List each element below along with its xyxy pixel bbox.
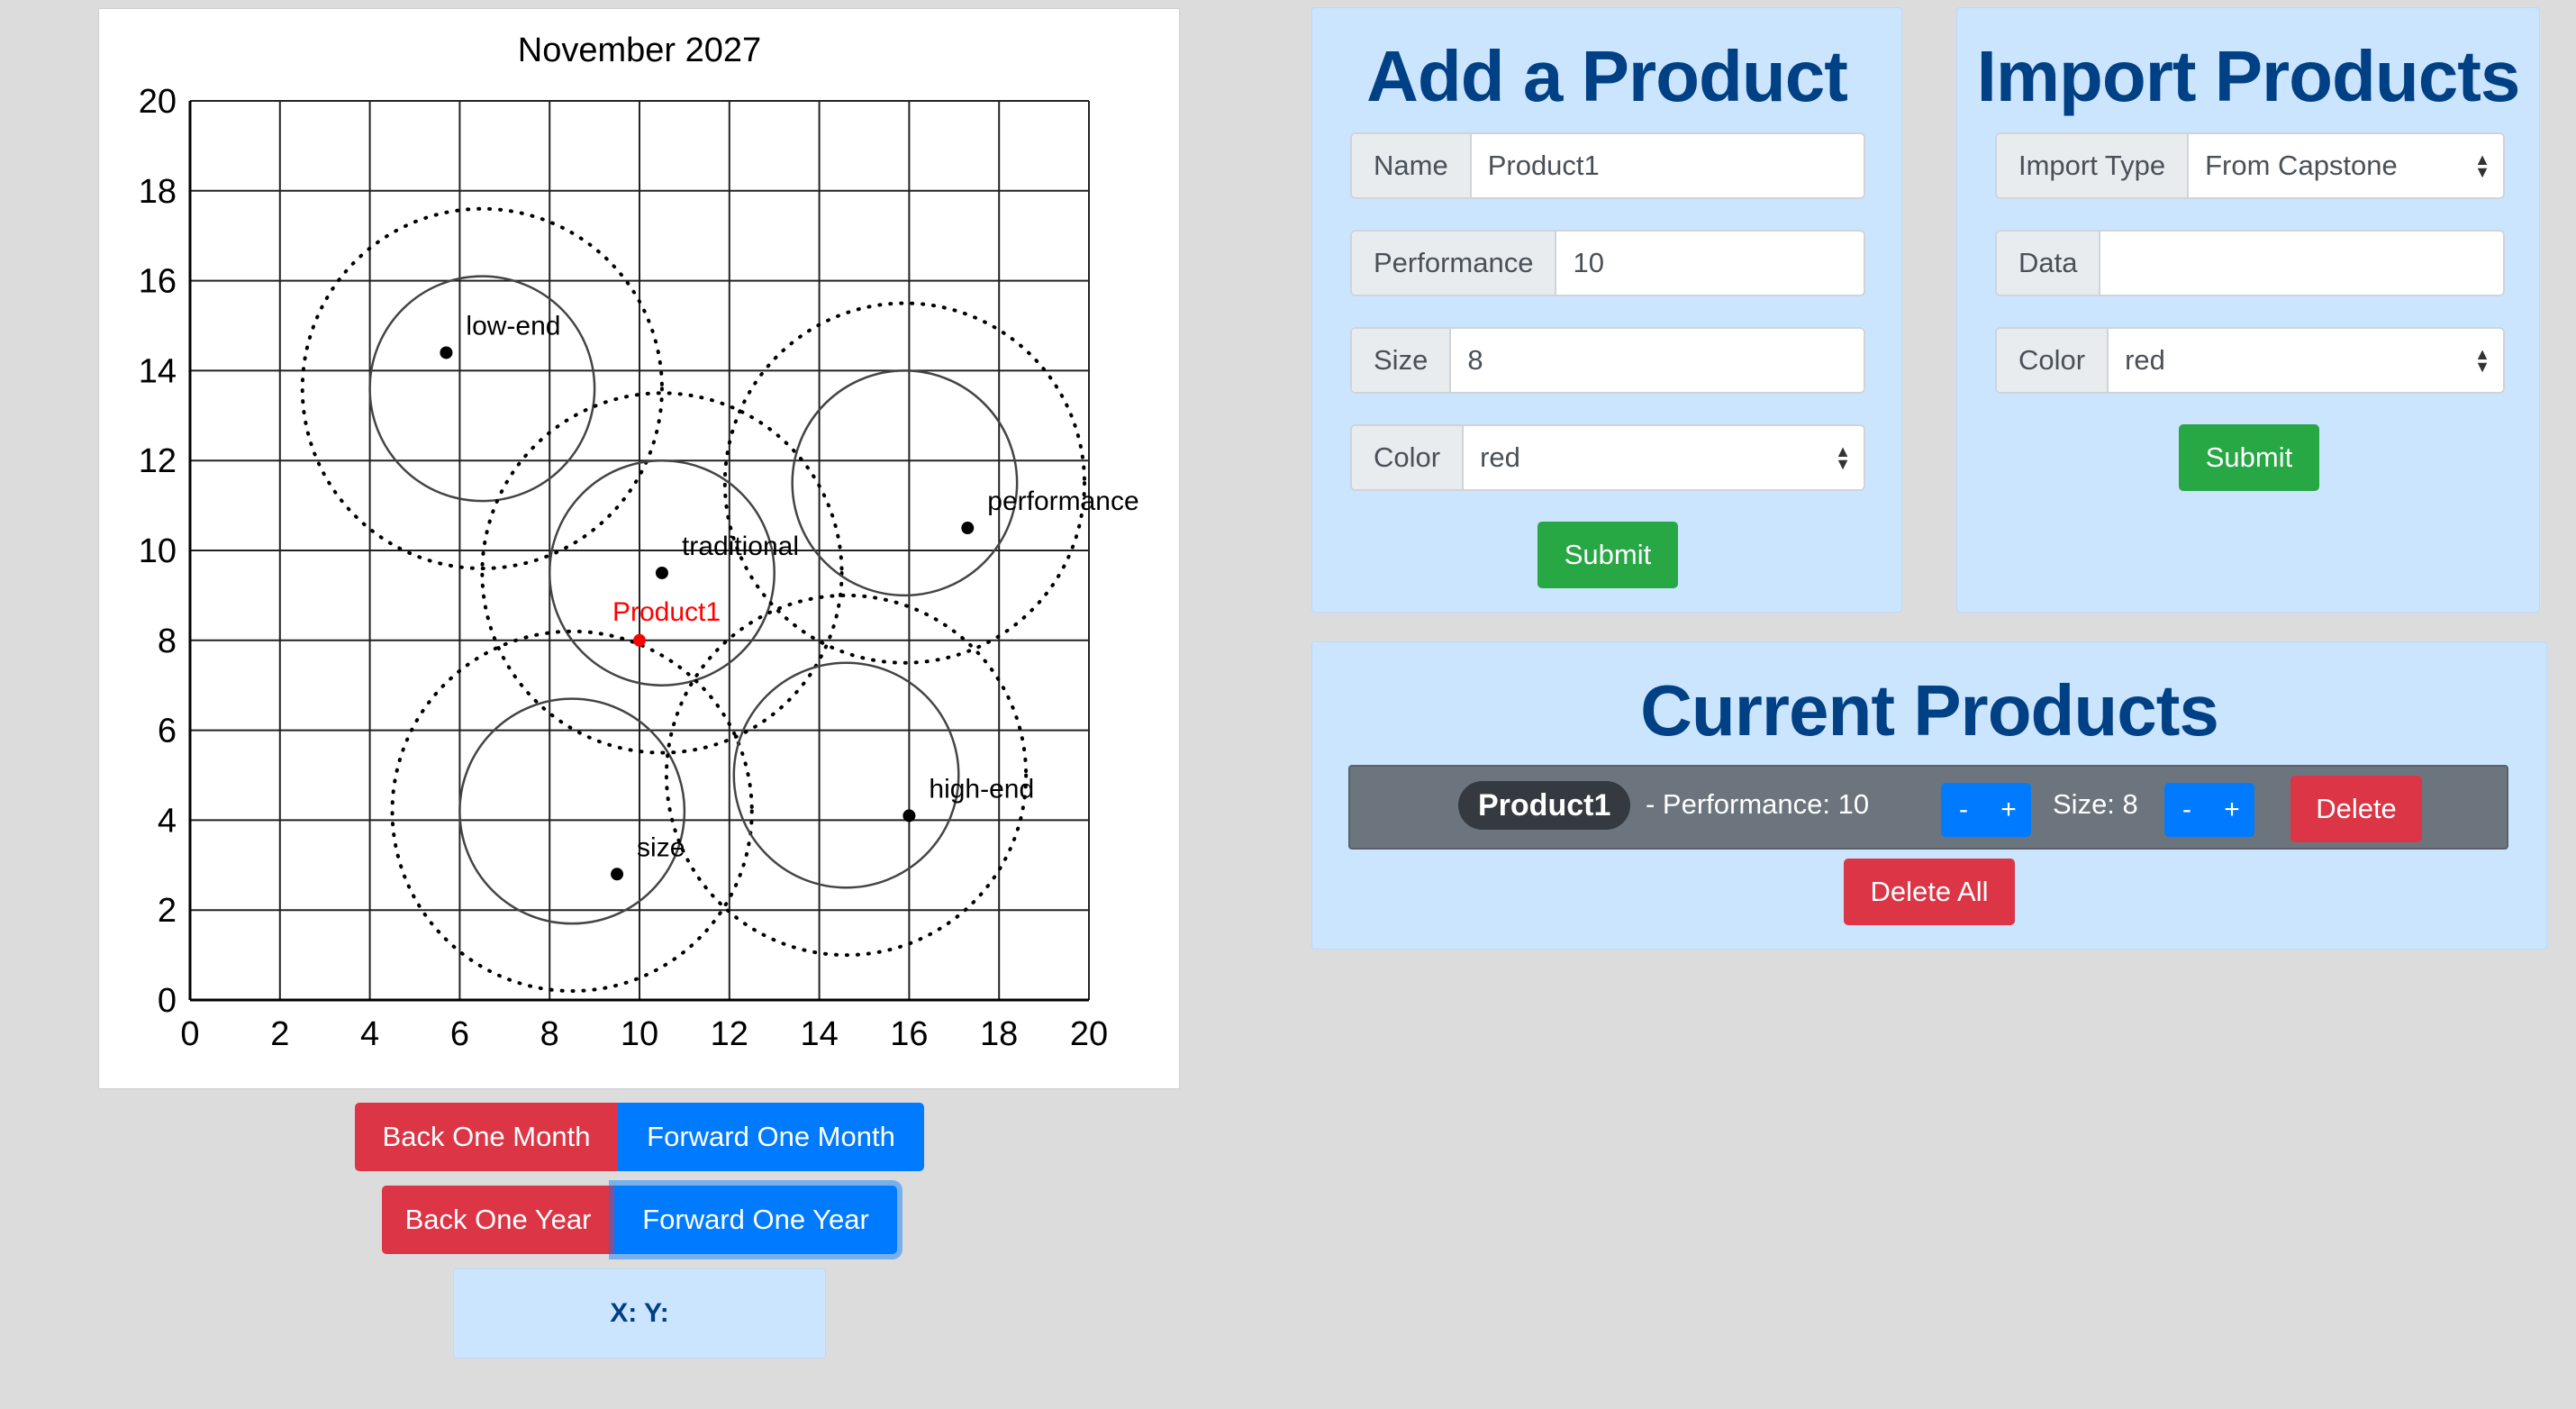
segment-point-high-end bbox=[903, 809, 916, 823]
x-tick-label: 16 bbox=[890, 1015, 928, 1053]
product-size-text: Size: 8 bbox=[2053, 788, 2138, 820]
y-tick-label: 2 bbox=[158, 892, 177, 930]
x-tick-label: 12 bbox=[711, 1015, 748, 1053]
y-tick-label: 10 bbox=[139, 532, 177, 570]
data-label: Data bbox=[1997, 232, 2101, 295]
name-label: Name bbox=[1352, 134, 1472, 197]
import-products-card: Import Products Import Type From Capston… bbox=[1956, 7, 2540, 613]
size-decrement-button[interactable]: - bbox=[2164, 783, 2209, 837]
import-color-group: Color red ▲ ▼ bbox=[1995, 327, 2505, 394]
color-select-group: Color red ▲ ▼ bbox=[1350, 424, 1865, 491]
segment-label-low-end: low-end bbox=[466, 311, 560, 341]
import-type-select[interactable]: From Capstone ▲ ▼ bbox=[2189, 134, 2503, 197]
performance-input[interactable]: 10 bbox=[1556, 232, 1864, 295]
segment-inner-circle-low-end bbox=[368, 275, 596, 503]
name-input[interactable]: Product1 bbox=[1471, 134, 1864, 197]
y-tick-label: 20 bbox=[139, 83, 177, 121]
import-type-label: Import Type bbox=[1997, 134, 2190, 197]
product-name-badge: Product1 bbox=[1458, 781, 1631, 830]
forward-one-month-button[interactable]: Forward One Month bbox=[618, 1103, 924, 1171]
segment-point-low-end bbox=[440, 346, 453, 359]
market-chart[interactable]: November 2027 0 2 4 6 8 10 12 14 16 18 20 0 2 4 6 8 10 12 1… bbox=[99, 9, 1179, 1088]
segment-point-size bbox=[611, 868, 624, 881]
segment-outer-circle-low-end bbox=[300, 206, 664, 570]
performance-label: Performance bbox=[1352, 232, 1557, 295]
import-type-group: Import Type From Capstone ▲ ▼ bbox=[1995, 132, 2505, 199]
y-tick-label: 4 bbox=[158, 802, 177, 840]
add-product-submit-button[interactable]: Submit bbox=[1537, 522, 1678, 588]
y-tick-label: 8 bbox=[158, 623, 177, 660]
segment-point-traditional bbox=[655, 566, 668, 579]
x-tick-label: 18 bbox=[980, 1015, 1018, 1053]
color-label: Color bbox=[1352, 426, 1465, 489]
y-tick-label: 14 bbox=[139, 352, 177, 390]
delete-all-button[interactable]: Delete All bbox=[1844, 859, 2015, 925]
x-tick-label: 4 bbox=[360, 1015, 379, 1053]
market-chart-panel[interactable]: November 2027 0 2 4 6 8 10 12 14 16 18 20 0 2 4 6 8 10 12 1… bbox=[98, 8, 1180, 1089]
back-one-month-button[interactable]: Back One Month bbox=[355, 1103, 618, 1171]
size-label: Size bbox=[1352, 329, 1452, 392]
x-tick-label: 10 bbox=[621, 1015, 658, 1053]
product-row: Product1 - Performance: 10 - + Size: 8 -… bbox=[1348, 765, 2508, 850]
size-increment-button[interactable]: + bbox=[2209, 783, 2254, 837]
segment-point-performance bbox=[961, 522, 975, 535]
x-tick-label: 6 bbox=[450, 1015, 469, 1053]
import-color-label: Color bbox=[1997, 329, 2109, 392]
performance-decrement-button[interactable]: - bbox=[1941, 783, 1986, 837]
segment-outer-circle-size bbox=[390, 629, 754, 994]
y-tick-label: 18 bbox=[139, 173, 177, 211]
product-performance-text: - Performance: 10 bbox=[1646, 788, 1870, 820]
data-input[interactable] bbox=[2100, 232, 2503, 295]
x-tick-label: 2 bbox=[270, 1015, 289, 1053]
y-tick-label: 0 bbox=[158, 982, 177, 1020]
select-arrows-icon: ▲ ▼ bbox=[2474, 150, 2490, 181]
size-input-group: Size 8 bbox=[1350, 327, 1865, 394]
segment-label-high-end: high-end bbox=[929, 774, 1034, 804]
coordinate-readout: X: Y: bbox=[453, 1268, 826, 1359]
select-arrows-icon: ▲ ▼ bbox=[2474, 345, 2490, 376]
data-input-group: Data bbox=[1995, 230, 2505, 296]
import-color-select[interactable]: red ▲ ▼ bbox=[2109, 329, 2503, 392]
add-product-title: Add a Product bbox=[1366, 36, 1848, 116]
x-tick-label: 14 bbox=[800, 1015, 838, 1053]
y-tick-label: 16 bbox=[139, 263, 177, 301]
select-arrows-icon: ▲ ▼ bbox=[1835, 442, 1851, 473]
add-product-card: Add a Product Name Product1 Performance … bbox=[1311, 7, 1902, 613]
name-input-group: Name Product1 bbox=[1350, 132, 1865, 199]
color-select[interactable]: red ▲ ▼ bbox=[1464, 426, 1864, 489]
chart-title: November 2027 bbox=[518, 32, 761, 69]
segment-inner-circle-high-end bbox=[732, 661, 960, 889]
x-tick-label: 20 bbox=[1070, 1015, 1108, 1053]
performance-input-group: Performance 10 bbox=[1350, 230, 1865, 296]
product-label-Product1: Product1 bbox=[612, 597, 721, 627]
segment-label-performance: performance bbox=[987, 486, 1138, 516]
segment-label-size: size bbox=[637, 832, 685, 862]
size-input[interactable]: 8 bbox=[1451, 329, 1864, 392]
y-tick-label: 6 bbox=[158, 713, 177, 750]
current-products-title: Current Products bbox=[1640, 670, 2219, 750]
import-products-title: Import Products bbox=[1976, 36, 2521, 116]
segment-inner-circle-performance bbox=[791, 369, 1019, 597]
delete-product-button[interactable]: Delete bbox=[2290, 776, 2422, 842]
x-tick-label: 8 bbox=[540, 1015, 559, 1053]
forward-one-year-button[interactable]: Forward One Year bbox=[614, 1186, 897, 1254]
performance-increment-button[interactable]: + bbox=[1986, 783, 2031, 837]
import-submit-button[interactable]: Submit bbox=[2179, 424, 2319, 491]
coordinate-text: X: Y: bbox=[610, 1298, 669, 1328]
segment-inner-circle-size bbox=[458, 697, 686, 925]
back-one-year-button[interactable]: Back One Year bbox=[382, 1186, 614, 1254]
product-point-Product1 bbox=[633, 633, 646, 647]
current-products-card: Current Products Product1 - Performance:… bbox=[1311, 641, 2547, 950]
x-tick-label: 0 bbox=[180, 1015, 199, 1053]
y-tick-label: 12 bbox=[139, 442, 177, 480]
